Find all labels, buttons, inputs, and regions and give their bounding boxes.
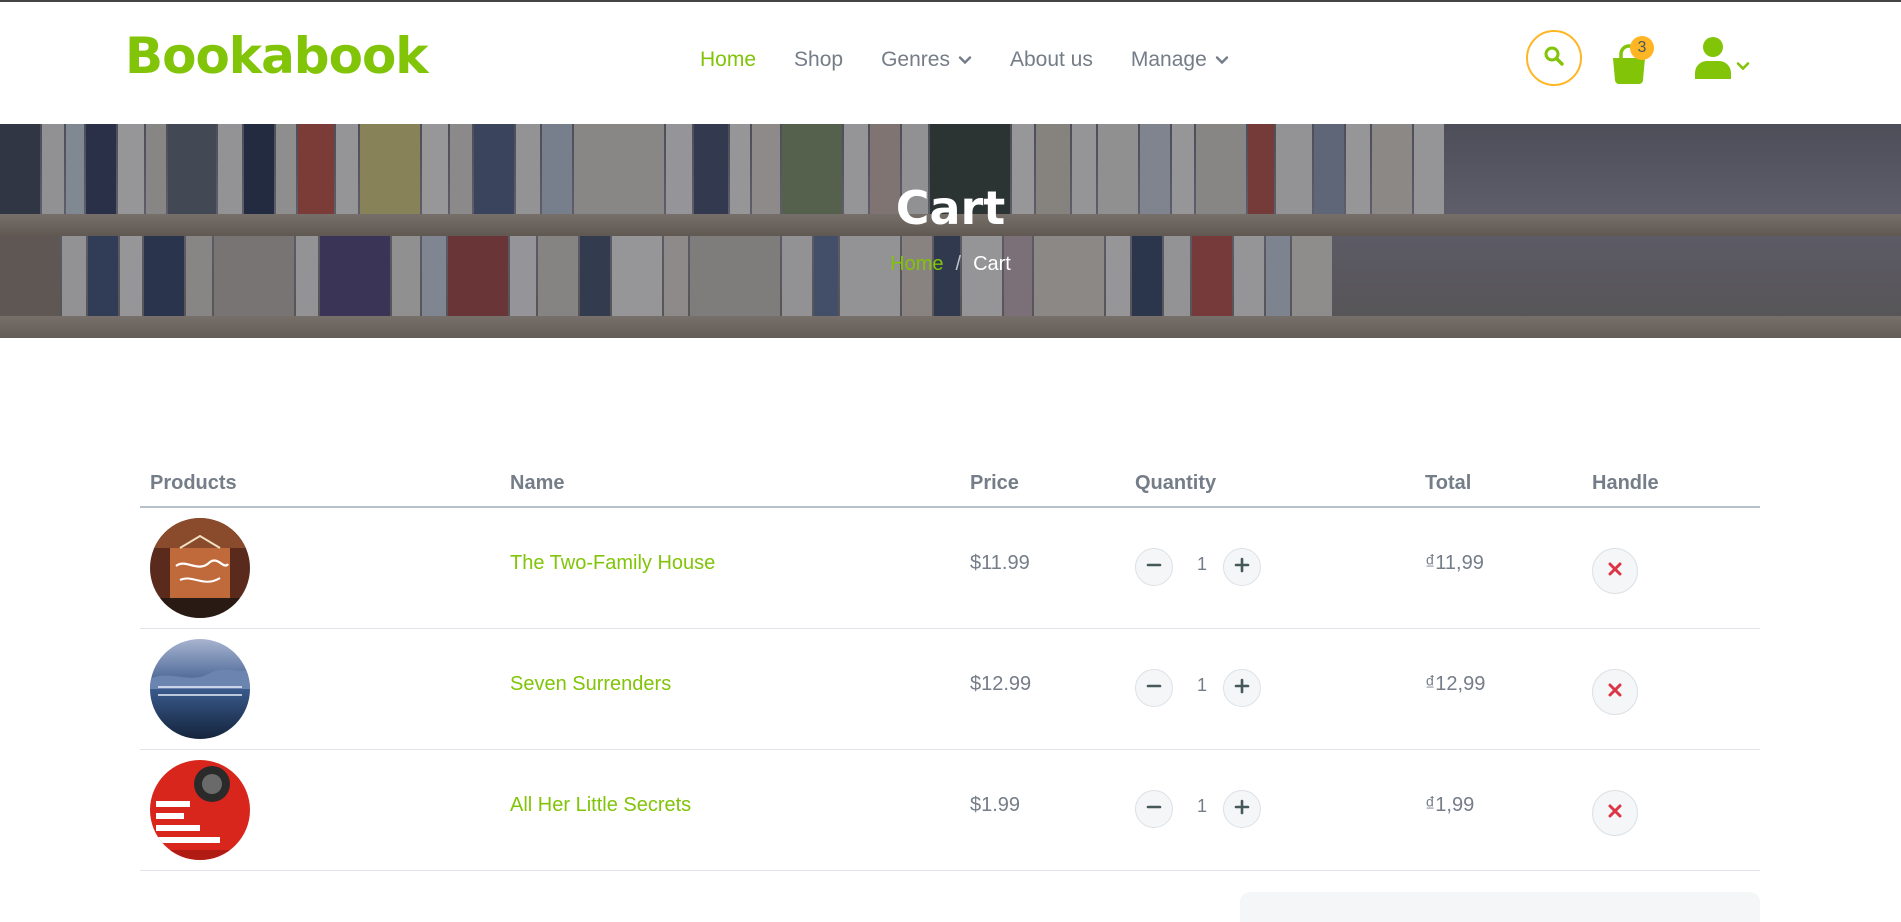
- nav-shop[interactable]: Shop: [794, 46, 843, 74]
- quantity-increase-button[interactable]: [1223, 790, 1261, 828]
- line-total: ₫1,99: [1425, 794, 1475, 816]
- product-name-link[interactable]: The Two-Family House: [510, 550, 715, 576]
- product-thumbnail: [150, 639, 250, 739]
- remove-item-button[interactable]: [1592, 548, 1638, 594]
- close-icon: [1608, 804, 1622, 823]
- table-header: Products Name Price Quantity Total Handl…: [140, 460, 1760, 508]
- main-nav: Home Shop Genres About us Manage: [700, 46, 1267, 74]
- quantity-decrease-button[interactable]: [1135, 669, 1173, 707]
- quantity-decrease-button[interactable]: [1135, 548, 1173, 586]
- quantity-input[interactable]: [1187, 554, 1217, 575]
- page-title: Cart: [895, 181, 1006, 235]
- column-header-price: Price: [970, 472, 1019, 494]
- remove-item-button[interactable]: [1592, 669, 1638, 715]
- user-icon: [1694, 35, 1732, 84]
- user-menu-button[interactable]: [1694, 36, 1758, 84]
- line-total: ₫12,99: [1425, 673, 1486, 695]
- table-row: The Two-Family House $11.99 ₫11,99: [140, 508, 1760, 629]
- nav-shop-label: Shop: [794, 48, 844, 71]
- minus-icon: [1146, 557, 1162, 578]
- quantity-input[interactable]: [1187, 796, 1217, 817]
- nav-genres[interactable]: Genres: [881, 46, 972, 74]
- product-name-link[interactable]: All Her Little Secrets: [510, 792, 691, 818]
- product-price: $11.99: [970, 552, 1030, 574]
- cart-table: Products Name Price Quantity Total Handl…: [140, 460, 1760, 871]
- breadcrumb: Home / Cart: [0, 251, 1901, 277]
- product-thumbnail: [150, 760, 250, 860]
- close-icon: [1608, 562, 1622, 581]
- quantity-increase-button[interactable]: [1223, 669, 1261, 707]
- nav-manage[interactable]: Manage: [1131, 46, 1229, 74]
- column-header-handle: Handle: [1592, 472, 1659, 494]
- nav-genres-label: Genres: [881, 48, 950, 71]
- cart-summary-box: [1240, 892, 1760, 922]
- minus-icon: [1146, 799, 1162, 820]
- product-price: $1.99: [970, 794, 1021, 816]
- chevron-down-icon: [1736, 59, 1750, 78]
- table-row: All Her Little Secrets $1.99 ₫1,99: [140, 750, 1760, 871]
- plus-icon: [1234, 557, 1250, 578]
- search-icon: [1543, 45, 1565, 72]
- chevron-down-icon: [1215, 53, 1229, 67]
- column-header-total: Total: [1425, 472, 1472, 494]
- plus-icon: [1234, 799, 1250, 820]
- breadcrumb-current: Cart: [973, 253, 1011, 275]
- quantity-decrease-button[interactable]: [1135, 790, 1173, 828]
- navbar: Bookabook Home Shop Genres About us Mana…: [0, 2, 1901, 124]
- nav-home[interactable]: Home: [700, 46, 756, 74]
- nav-about-label: About us: [1009, 48, 1093, 71]
- close-icon: [1608, 683, 1622, 702]
- chevron-down-icon: [958, 53, 972, 67]
- page-header-hero: Cart Home / Cart: [0, 124, 1901, 338]
- line-total: ₫11,99: [1425, 552, 1484, 574]
- brand-logo[interactable]: Bookabook: [125, 26, 429, 86]
- search-button[interactable]: [1526, 30, 1582, 86]
- breadcrumb-home-link[interactable]: Home: [890, 251, 943, 277]
- nav-home-label: Home: [700, 48, 757, 71]
- column-header-name: Name: [510, 472, 565, 494]
- product-name-link[interactable]: Seven Surrenders: [510, 671, 671, 697]
- nav-about[interactable]: About us: [1010, 46, 1093, 74]
- cart-count-badge: 3: [1630, 36, 1654, 60]
- quantity-increase-button[interactable]: [1223, 548, 1261, 586]
- nav-manage-label: Manage: [1130, 48, 1207, 71]
- column-header-quantity: Quantity: [1135, 472, 1217, 494]
- plus-icon: [1234, 678, 1250, 699]
- quantity-input[interactable]: [1187, 675, 1217, 696]
- table-row: Seven Surrenders $12.99 ₫12,99: [140, 629, 1760, 750]
- column-header-products: Products: [150, 472, 237, 494]
- product-price: $12.99: [970, 673, 1032, 695]
- remove-item-button[interactable]: [1592, 790, 1638, 836]
- minus-icon: [1146, 678, 1162, 699]
- breadcrumb-separator: /: [955, 253, 962, 275]
- product-thumbnail: [150, 518, 250, 618]
- cart-button[interactable]: 3: [1608, 36, 1654, 84]
